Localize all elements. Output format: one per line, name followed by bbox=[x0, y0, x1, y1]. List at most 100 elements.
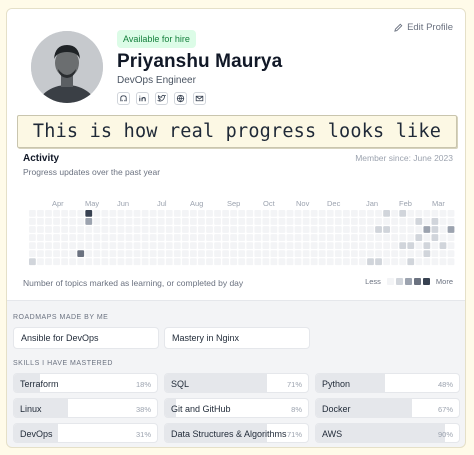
linkedin-icon bbox=[139, 95, 146, 102]
activity-day-cell bbox=[117, 226, 125, 233]
activity-day-cell bbox=[439, 234, 447, 241]
month-label: Jul bbox=[157, 199, 167, 208]
activity-day-cell bbox=[286, 234, 294, 241]
activity-day-cell bbox=[125, 242, 133, 249]
activity-day-cell bbox=[29, 226, 36, 233]
skill-card: Python 48% bbox=[315, 373, 460, 393]
activity-day-cell bbox=[29, 218, 36, 225]
activity-day-cell bbox=[61, 242, 68, 249]
activity-day-cell bbox=[375, 234, 382, 241]
activity-day-cell bbox=[45, 218, 52, 225]
activity-day-cell bbox=[431, 242, 439, 249]
activity-day-cell bbox=[69, 218, 77, 225]
activity-day-cell bbox=[165, 234, 173, 241]
website-link[interactable] bbox=[174, 92, 187, 105]
activity-day-cell bbox=[431, 250, 439, 258]
activity-day-cell bbox=[254, 218, 262, 225]
skill-name: Data Structures & Algorithms bbox=[171, 429, 287, 439]
activity-day-cell bbox=[206, 226, 213, 233]
activity-day-cell bbox=[230, 226, 238, 233]
skill-card: Linux 38% bbox=[13, 398, 158, 418]
activity-day-cell bbox=[77, 250, 85, 258]
activity-day-cell bbox=[391, 210, 399, 217]
email-link[interactable] bbox=[193, 92, 206, 105]
activity-day-cell bbox=[246, 234, 254, 241]
activity-day-cell bbox=[367, 258, 374, 266]
activity-day-cell bbox=[391, 250, 399, 258]
edit-profile-label: Edit Profile bbox=[407, 22, 453, 33]
activity-day-cell bbox=[45, 250, 52, 258]
activity-day-cell bbox=[222, 258, 229, 266]
skill-percent: 71% bbox=[286, 430, 302, 439]
activity-day-cell bbox=[190, 218, 197, 225]
edit-profile-link[interactable]: Edit Profile bbox=[394, 22, 453, 33]
activity-day-cell bbox=[254, 234, 262, 241]
linkedin-link[interactable] bbox=[136, 92, 149, 105]
activity-day-cell bbox=[149, 242, 157, 249]
github-link[interactable] bbox=[117, 92, 130, 105]
month-label: Jan bbox=[366, 199, 378, 208]
activity-day-cell bbox=[351, 234, 358, 241]
activity-day-cell bbox=[101, 218, 109, 225]
activity-day-cell bbox=[45, 210, 52, 217]
activity-day-cell bbox=[238, 258, 246, 266]
activity-day-cell bbox=[439, 258, 447, 266]
activity-day-cell bbox=[399, 258, 407, 266]
activity-day-cell bbox=[198, 226, 205, 233]
activity-day-cell bbox=[326, 226, 334, 233]
skills-grid: Terraform 18% SQL 71% Python 48% Linux 38% G… bbox=[13, 373, 460, 443]
skill-percent: 38% bbox=[135, 405, 151, 414]
activity-day-cell bbox=[334, 250, 342, 258]
activity-day-cell bbox=[133, 210, 141, 217]
activity-day-cell bbox=[101, 250, 109, 258]
activity-day-cell bbox=[69, 250, 77, 258]
activity-day-cell bbox=[407, 258, 415, 266]
activity-day-cell bbox=[246, 218, 254, 225]
activity-day-cell bbox=[141, 242, 149, 249]
twitter-link[interactable] bbox=[155, 92, 168, 105]
activity-day-cell bbox=[53, 218, 60, 225]
activity-day-cell bbox=[294, 210, 302, 217]
avatar bbox=[31, 31, 103, 103]
activity-day-cell bbox=[222, 234, 229, 241]
activity-day-cell bbox=[173, 210, 181, 217]
activity-day-cell bbox=[375, 242, 382, 249]
activity-day-cell bbox=[230, 210, 238, 217]
activity-day-cell bbox=[254, 258, 262, 266]
activity-day-cell bbox=[262, 258, 270, 266]
skill-name: AWS bbox=[322, 429, 343, 439]
activity-day-cell bbox=[294, 258, 302, 266]
activity-day-cell bbox=[431, 258, 439, 266]
activity-day-cell bbox=[125, 226, 133, 233]
skill-card: Data Structures & Algorithms 71% bbox=[164, 423, 309, 443]
activity-day-cell bbox=[447, 250, 455, 258]
available-for-hire-badge: Available for hire bbox=[117, 30, 196, 48]
activity-day-cell bbox=[85, 226, 93, 233]
activity-day-cell bbox=[342, 226, 350, 233]
activity-day-cell bbox=[61, 210, 68, 217]
activity-day-cell bbox=[383, 258, 390, 266]
activity-day-cell bbox=[383, 242, 390, 249]
activity-day-cell bbox=[294, 242, 302, 249]
activity-day-cell bbox=[423, 234, 431, 241]
activity-day-cell bbox=[375, 226, 382, 233]
activity-day-cell bbox=[431, 234, 439, 241]
activity-day-cell bbox=[206, 258, 213, 266]
activity-day-cell bbox=[181, 242, 189, 249]
roadmap-card-ansible[interactable]: Ansible for DevOps bbox=[13, 327, 159, 349]
activity-day-cell bbox=[334, 210, 342, 217]
roadmap-card-nginx[interactable]: Mastery in Nginx bbox=[164, 327, 310, 349]
activity-day-cell bbox=[318, 210, 326, 217]
activity-day-cell bbox=[125, 258, 133, 266]
activity-day-cell bbox=[181, 234, 189, 241]
activity-day-cell bbox=[214, 242, 221, 249]
activity-day-cell bbox=[125, 234, 133, 241]
activity-day-cell bbox=[375, 218, 382, 225]
mail-icon bbox=[195, 95, 204, 102]
activity-day-cell bbox=[439, 210, 447, 217]
activity-day-cell bbox=[109, 258, 117, 266]
activity-day-cell bbox=[53, 242, 60, 249]
pencil-icon bbox=[394, 23, 403, 32]
activity-day-cell bbox=[214, 210, 221, 217]
activity-day-cell bbox=[383, 250, 390, 258]
